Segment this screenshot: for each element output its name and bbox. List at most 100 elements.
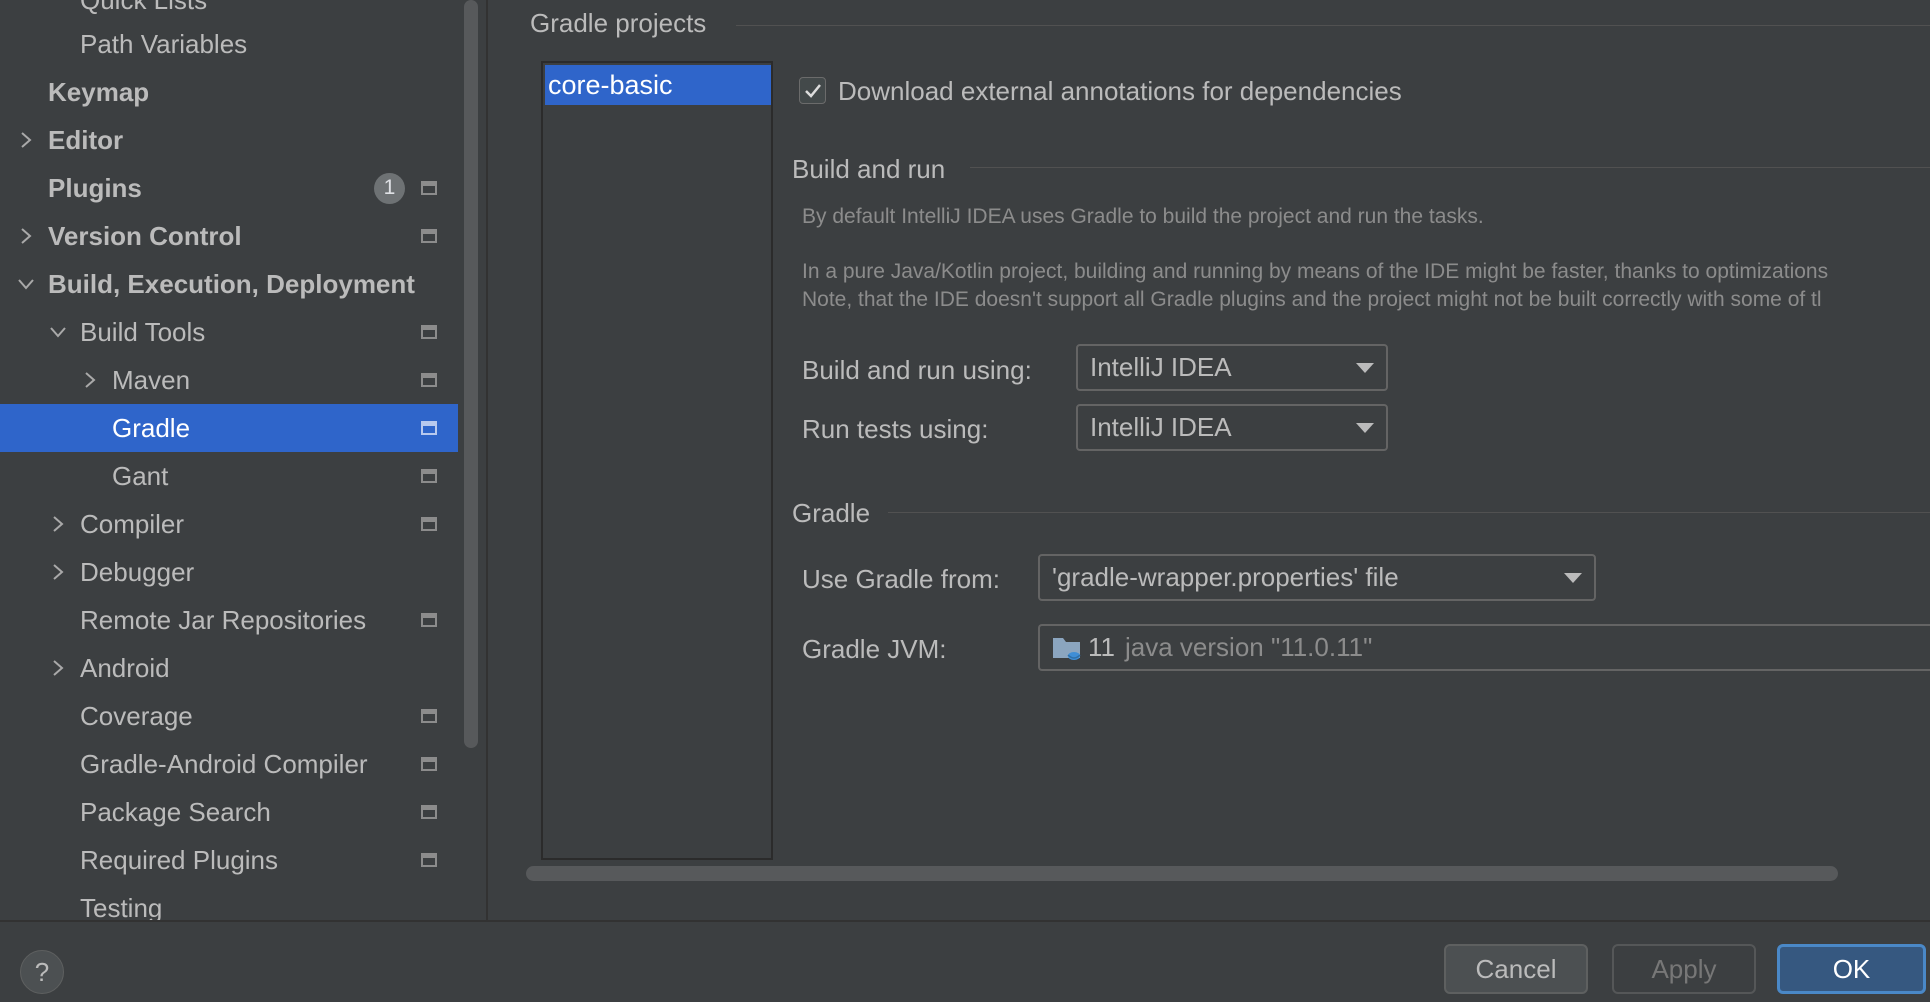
tree-item-testing[interactable]: Testing	[0, 884, 458, 921]
project-level-icon	[421, 181, 437, 195]
build-run-using-label: Build and run using:	[802, 355, 1032, 385]
horizontal-scrollbar[interactable]	[526, 866, 1838, 881]
tree-item-label: Required Plugins	[80, 844, 279, 875]
project-level-icon	[421, 805, 437, 819]
tree-item-debugger[interactable]: Debugger	[0, 548, 458, 596]
help-button[interactable]: ?	[20, 950, 64, 994]
tree-item-maven[interactable]: Maven	[0, 356, 458, 404]
chevron-right-icon[interactable]	[48, 562, 68, 582]
project-level-icon	[421, 853, 437, 867]
combo-value: IntelliJ IDEA	[1090, 412, 1232, 442]
run-tests-using-combo[interactable]: IntelliJ IDEA	[1076, 404, 1388, 451]
tree-item-label: Debugger	[80, 556, 195, 587]
tree-item-package-search[interactable]: Package Search	[0, 788, 458, 836]
chevron-down-icon[interactable]	[48, 322, 68, 342]
combo-value: 'gradle-wrapper.properties' file	[1052, 562, 1399, 592]
tree-item-gradle[interactable]: Gradle	[0, 404, 458, 452]
dialog-button-bar: ? Cancel Apply OK	[0, 920, 1930, 1002]
tree-item-label: Compiler	[80, 508, 185, 539]
settings-tree: Quick Lists Path Variables Keymap Editor…	[0, 0, 486, 920]
project-level-icon	[421, 421, 437, 435]
tree-item-label: Remote Jar Repositories	[80, 604, 367, 635]
chevron-right-icon[interactable]	[16, 130, 36, 150]
project-level-icon	[421, 517, 437, 531]
project-level-icon	[421, 757, 437, 771]
download-annotations-label: Download external annotations for depend…	[838, 76, 1402, 106]
group-separator	[970, 167, 1930, 168]
download-annotations-checkbox[interactable]	[799, 77, 826, 104]
project-list-item[interactable]: core-basic	[545, 65, 771, 105]
tree-item-label: Gant	[112, 460, 169, 491]
tree-item-label: Package Search	[80, 796, 271, 827]
use-gradle-from-label: Use Gradle from:	[802, 564, 1000, 594]
tree-item-gradle-android-compiler[interactable]: Gradle-Android Compiler	[0, 740, 458, 788]
tree-item-label: Build Tools	[80, 316, 206, 347]
chevron-right-icon[interactable]	[80, 370, 100, 390]
dropdown-arrow-icon	[1356, 363, 1374, 373]
chevron-right-icon[interactable]	[48, 514, 68, 534]
tree-item-build-execution-deployment[interactable]: Build, Execution, Deployment	[0, 260, 458, 308]
project-level-icon	[421, 709, 437, 723]
tree-item-label: Gradle	[112, 412, 191, 443]
chevron-down-icon[interactable]	[16, 274, 36, 294]
jvm-detail: java version "11.0.11"	[1125, 632, 1373, 662]
apply-button[interactable]: Apply	[1612, 944, 1756, 994]
group-separator	[736, 25, 1930, 26]
build-run-using-combo[interactable]: IntelliJ IDEA	[1076, 344, 1388, 391]
tree-item-label: Keymap	[48, 76, 150, 107]
jvm-version: 11	[1088, 632, 1115, 662]
dropdown-arrow-icon	[1564, 573, 1582, 583]
tree-item-keymap[interactable]: Keymap	[0, 68, 458, 116]
jdk-folder-icon	[1053, 637, 1081, 660]
tree-item-coverage[interactable]: Coverage	[0, 692, 458, 740]
use-gradle-from-combo[interactable]: 'gradle-wrapper.properties' file	[1038, 554, 1596, 601]
gradle-jvm-label: Gradle JVM:	[802, 634, 947, 664]
build-run-note-line2: Note, that the IDE doesn't support all G…	[802, 288, 1822, 311]
build-and-run-title: Build and run	[792, 154, 946, 184]
cancel-button[interactable]: Cancel	[1444, 944, 1588, 994]
chevron-right-icon[interactable]	[16, 226, 36, 246]
project-level-icon	[421, 325, 437, 339]
tree-item-version-control[interactable]: Version Control	[0, 212, 458, 260]
project-level-icon	[421, 229, 437, 243]
dropdown-arrow-icon	[1356, 423, 1374, 433]
project-level-icon	[421, 469, 437, 483]
settings-dialog: Quick Lists Path Variables Keymap Editor…	[0, 0, 1930, 1002]
tree-item-label: Editor	[48, 124, 124, 155]
tree-item-plugins[interactable]: Plugins 1	[0, 164, 458, 212]
tree-item-label: Build, Execution, Deployment	[48, 268, 415, 299]
ok-button[interactable]: OK	[1777, 944, 1926, 994]
tree-item-required-plugins[interactable]: Required Plugins	[0, 836, 458, 884]
tree-item-label: Android	[80, 652, 170, 683]
gradle-jvm-combo[interactable]: 11 java version "11.0.11"	[1038, 624, 1930, 671]
gradle-projects-title: Gradle projects	[530, 8, 707, 38]
tree-item-label: Testing	[80, 892, 163, 921]
update-count-badge: 1	[374, 172, 405, 204]
tree-item-remote-jar-repositories[interactable]: Remote Jar Repositories	[0, 596, 458, 644]
group-separator	[888, 512, 1930, 513]
combo-value: IntelliJ IDEA	[1090, 352, 1232, 382]
tree-item-gant[interactable]: Gant	[0, 452, 458, 500]
tree-item-build-tools[interactable]: Build Tools	[0, 308, 458, 356]
tree-item-label: Gradle-Android Compiler	[80, 748, 368, 779]
gradle-projects-list: core-basic	[541, 61, 773, 860]
sidebar-scrollbar[interactable]	[464, 0, 478, 748]
tree-item-editor[interactable]: Editor	[0, 116, 458, 164]
tree-item-label: Coverage	[80, 700, 193, 731]
tree-item-compiler[interactable]: Compiler	[0, 500, 458, 548]
tree-item-label: Version Control	[48, 220, 242, 251]
gradle-group-title: Gradle	[792, 498, 871, 528]
gradle-settings-panel: Gradle projects core-basic Download exte…	[488, 0, 1930, 920]
chevron-right-icon[interactable]	[48, 658, 68, 678]
tree-item-label: Path Variables	[80, 28, 248, 59]
tree-item-label: Maven	[112, 364, 191, 395]
build-run-description: By default IntelliJ IDEA uses Gradle to …	[802, 205, 1484, 228]
tree-item-label: Plugins	[48, 172, 142, 203]
project-level-icon	[421, 613, 437, 627]
checkmark-icon	[804, 83, 821, 98]
run-tests-using-label: Run tests using:	[802, 414, 989, 444]
tree-item-android[interactable]: Android	[0, 644, 458, 692]
project-level-icon	[421, 373, 437, 387]
tree-item-path-variables[interactable]: Path Variables	[0, 20, 458, 68]
build-run-note-line1: In a pure Java/Kotlin project, building …	[802, 260, 1829, 283]
